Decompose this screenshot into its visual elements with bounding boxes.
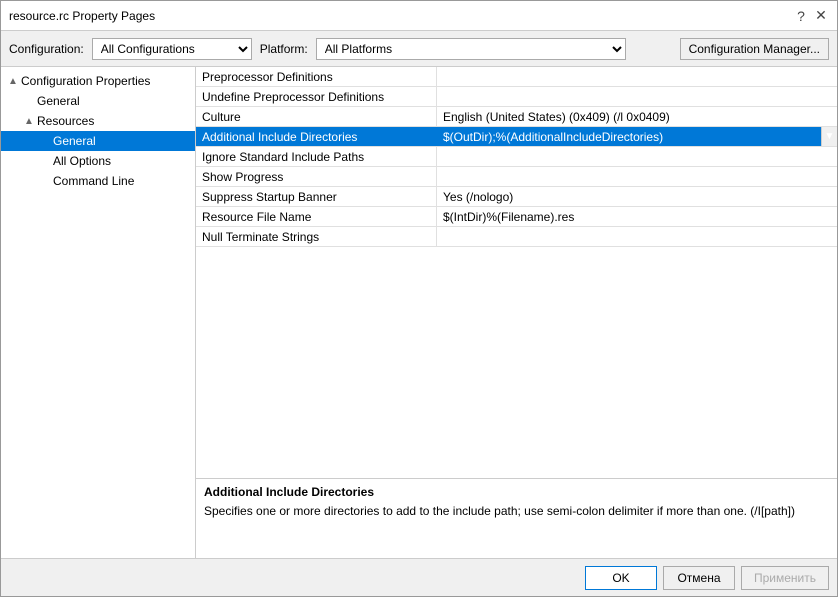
expander-icon: ▲ (5, 73, 21, 89)
info-description: Specifies one or more directories to add… (204, 503, 829, 520)
prop-name: Null Terminate Strings (196, 227, 436, 246)
prop-row-ignore-paths[interactable]: Ignore Standard Include Paths (196, 147, 837, 167)
prop-name: Ignore Standard Include Paths (196, 147, 436, 166)
title-controls: ? ✕ (793, 8, 829, 24)
prop-name: Additional Include Directories (196, 127, 436, 146)
prop-row-show-progress[interactable]: Show Progress (196, 167, 837, 187)
prop-name: Preprocessor Definitions (196, 67, 436, 86)
prop-row-additional-include[interactable]: Additional Include Directories $(OutDir)… (196, 127, 837, 147)
prop-name: Resource File Name (196, 207, 436, 226)
toolbar: Configuration: All Configurations Platfo… (1, 31, 837, 67)
prop-value: English (United States) (0x409) (/l 0x04… (436, 107, 837, 126)
props-table: Preprocessor Definitions Undefine Prepro… (196, 67, 837, 478)
tree-item-label: General (53, 134, 96, 148)
prop-row-suppress-banner[interactable]: Suppress Startup Banner Yes (/nologo) (196, 187, 837, 207)
expander-icon (37, 173, 53, 189)
prop-value: $(IntDir)%(Filename).res (436, 207, 837, 226)
tree-item-config-props[interactable]: ▲ Configuration Properties (1, 71, 195, 91)
apply-button[interactable]: Применить (741, 566, 829, 590)
prop-row-preprocessor[interactable]: Preprocessor Definitions (196, 67, 837, 87)
prop-name: Culture (196, 107, 436, 126)
footer: OK Отмена Применить (1, 558, 837, 596)
ok-button[interactable]: OK (585, 566, 657, 590)
expander-icon: ▲ (21, 113, 37, 129)
prop-name: Suppress Startup Banner (196, 187, 436, 206)
info-title: Additional Include Directories (204, 485, 829, 499)
tree-item-res-general[interactable]: General (1, 131, 195, 151)
tree-item-resources[interactable]: ▲ Resources (1, 111, 195, 131)
platform-label: Platform: (260, 42, 308, 56)
dialog-title: resource.rc Property Pages (9, 9, 155, 23)
title-bar: resource.rc Property Pages ? ✕ (1, 1, 837, 31)
prop-value: Yes (/nologo) (436, 187, 837, 206)
expander-icon (21, 93, 37, 109)
prop-value (436, 147, 837, 166)
prop-row-null-terminate[interactable]: Null Terminate Strings (196, 227, 837, 247)
prop-value: $(OutDir);%(AdditionalIncludeDirectories… (436, 127, 821, 146)
prop-value (436, 87, 837, 106)
prop-name: Show Progress (196, 167, 436, 186)
tree-item-general[interactable]: General (1, 91, 195, 111)
main-content: ▲ Configuration Properties General ▲ Res… (1, 67, 837, 558)
tree-item-all-options[interactable]: All Options (1, 151, 195, 171)
expander-icon (37, 153, 53, 169)
tree-item-label: All Options (53, 154, 111, 168)
close-button[interactable]: ✕ (813, 8, 829, 24)
config-label: Configuration: (9, 42, 84, 56)
dropdown-btn[interactable]: ▼ (821, 127, 837, 146)
expander-icon (37, 133, 53, 149)
cancel-button[interactable]: Отмена (663, 566, 735, 590)
prop-row-res-file[interactable]: Resource File Name $(IntDir)%(Filename).… (196, 207, 837, 227)
config-manager-button[interactable]: Configuration Manager... (680, 38, 829, 60)
tree-item-label: Resources (37, 114, 94, 128)
platform-select[interactable]: All Platforms (316, 38, 626, 60)
tree-item-label: General (37, 94, 80, 108)
props-panel: Preprocessor Definitions Undefine Prepro… (196, 67, 837, 558)
prop-row-culture[interactable]: Culture English (United States) (0x409) … (196, 107, 837, 127)
tree-item-command-line[interactable]: Command Line (1, 171, 195, 191)
configuration-select[interactable]: All Configurations (92, 38, 252, 60)
tree-item-label: Command Line (53, 174, 134, 188)
dialog: resource.rc Property Pages ? ✕ Configura… (0, 0, 838, 597)
help-button[interactable]: ? (793, 8, 809, 24)
tree-panel: ▲ Configuration Properties General ▲ Res… (1, 67, 196, 558)
info-panel: Additional Include Directories Specifies… (196, 478, 837, 558)
prop-value (436, 167, 837, 186)
prop-value (436, 67, 837, 86)
tree-item-label: Configuration Properties (21, 74, 150, 88)
prop-name: Undefine Preprocessor Definitions (196, 87, 436, 106)
prop-value (436, 227, 837, 246)
prop-row-undefine[interactable]: Undefine Preprocessor Definitions (196, 87, 837, 107)
